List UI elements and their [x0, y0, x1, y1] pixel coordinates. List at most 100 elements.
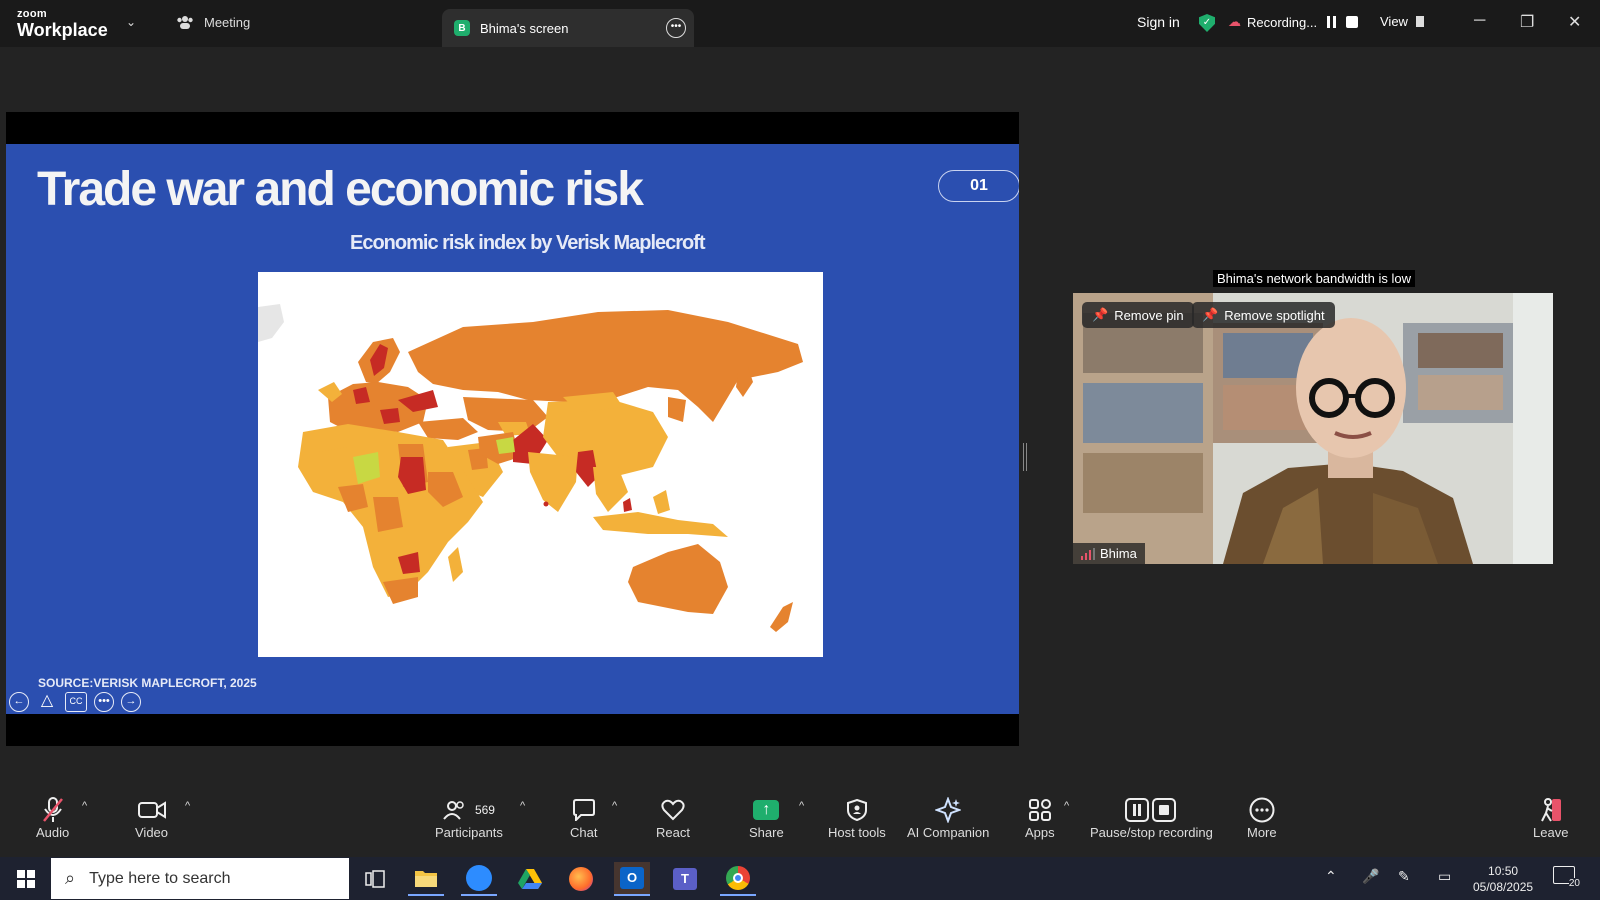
task-view-icon[interactable]	[357, 862, 393, 896]
chat-options-caret-icon[interactable]: ^	[612, 800, 617, 812]
pen-icon[interactable]: △	[36, 692, 58, 712]
arrow-left-icon[interactable]: ←	[9, 692, 29, 712]
world-risk-map	[258, 304, 803, 632]
meeting-toolbar: Audio ^ Video ^ 569 Participants ^ Chat …	[0, 795, 1600, 857]
microphone-icon[interactable]: 🎤	[1362, 868, 1379, 885]
clock-date: 05/08/2025	[1473, 880, 1534, 894]
avatar: B	[454, 20, 470, 36]
video-label: Video	[135, 825, 169, 840]
share-options-caret-icon[interactable]: ^	[799, 800, 804, 812]
close-icon[interactable]: ✕	[1568, 12, 1581, 32]
more-label: More	[1247, 825, 1277, 840]
clock-time: 10:50	[1488, 864, 1519, 878]
pause-stop-recording-label: Pause/stop recording	[1090, 825, 1213, 840]
audio-button[interactable]: Audio	[36, 795, 69, 840]
chevron-down-icon[interactable]: ⌄	[126, 15, 136, 29]
participant-name-tag: Bhima	[1073, 543, 1145, 564]
teams-icon[interactable]: T	[667, 862, 703, 896]
windows-taskbar: ⌕ Type here to search O T ⌃ 🎤 ✎ ▭ 10:50 …	[0, 857, 1600, 900]
recording-status[interactable]: ☁ Recording...	[1228, 14, 1359, 30]
taskbar-clock[interactable]: 10:50 05/08/2025	[1473, 863, 1533, 895]
resize-handle[interactable]	[1023, 443, 1027, 471]
more-icon	[1249, 795, 1275, 825]
firefox-icon[interactable]	[563, 862, 599, 896]
shared-screen-view[interactable]: Trade war and economic risk 01 Economic …	[6, 112, 1019, 746]
react-button[interactable]: React	[656, 795, 690, 840]
zoom-app-icon[interactable]	[461, 862, 497, 896]
participants-count: 569	[474, 803, 495, 817]
search-icon: ⌕	[65, 868, 76, 888]
minimize-icon[interactable]: ─	[1474, 12, 1485, 30]
tab-meeting[interactable]: Meeting	[176, 14, 250, 30]
leave-icon	[1539, 795, 1563, 825]
apps-options-caret-icon[interactable]: ^	[1064, 800, 1069, 812]
remove-spotlight-button[interactable]: 📌 Remove spotlight	[1192, 302, 1335, 328]
pause-stop-recording-icon	[1125, 795, 1177, 825]
share-button[interactable]: ↑ Share	[749, 795, 784, 840]
host-tools-button[interactable]: Host tools	[828, 795, 886, 840]
video-options-caret-icon[interactable]: ^	[185, 800, 190, 812]
apps-label: Apps	[1025, 825, 1055, 840]
ai-companion-button[interactable]: AI Companion	[907, 795, 989, 840]
title-bar: zoom Workplace ⌄ Meeting B Bhima's scree…	[0, 0, 1600, 47]
chat-button[interactable]: Chat	[570, 795, 597, 840]
video-camera-icon	[137, 795, 166, 825]
more-button[interactable]: More	[1247, 795, 1277, 840]
chevron-up-icon[interactable]: ⌃	[1325, 868, 1337, 885]
restore-icon[interactable]: ❐	[1520, 12, 1534, 32]
share-screen-icon: ↑	[753, 795, 780, 825]
sparkle-icon	[935, 795, 962, 825]
chrome-icon[interactable]	[720, 862, 756, 896]
spotlight-icon: 📌	[1202, 307, 1219, 322]
tab-shared-screen[interactable]: B Bhima's screen •••	[442, 9, 694, 47]
participants-icon	[443, 801, 464, 820]
view-button[interactable]: View	[1380, 14, 1424, 29]
sign-in-label: Sign in	[1137, 14, 1180, 30]
remove-pin-button[interactable]: 📌 Remove pin	[1082, 302, 1194, 328]
participants-options-caret-icon[interactable]: ^	[520, 800, 525, 812]
risk-map-image	[258, 272, 823, 657]
tab-meeting-label: Meeting	[204, 14, 251, 30]
notifications-count: 20	[1568, 878, 1580, 889]
display-icon[interactable]: ▭	[1438, 868, 1451, 885]
participants-button[interactable]: 569 Participants	[435, 795, 503, 840]
pause-stop-recording-button[interactable]: Pause/stop recording	[1090, 795, 1213, 840]
heart-icon	[661, 795, 685, 825]
slide-subtitle: Economic risk index by Verisk Maplecroft	[350, 232, 706, 254]
google-drive-icon[interactable]	[512, 862, 548, 896]
more-options-icon[interactable]: •••	[94, 692, 114, 712]
shield-icon	[846, 795, 867, 825]
taskbar-search-box[interactable]: ⌕ Type here to search	[51, 858, 349, 899]
video-button[interactable]: Video	[135, 795, 168, 840]
audio-options-caret-icon[interactable]: ^	[82, 800, 87, 812]
host-tools-label: Host tools	[828, 825, 886, 840]
zoom-workplace-logo: zoom Workplace	[17, 9, 108, 40]
pen-icon[interactable]: ✎	[1398, 868, 1410, 885]
arrow-right-icon[interactable]: →	[121, 692, 141, 712]
slideshow-controls: ← △ CC ••• →	[9, 692, 141, 712]
file-explorer-icon[interactable]	[408, 862, 444, 896]
encryption-shield-icon[interactable]: ✓	[1199, 14, 1215, 32]
logo-workplace-text: Workplace	[17, 20, 108, 40]
apps-button[interactable]: Apps	[1025, 795, 1055, 840]
ai-companion-label: AI Companion	[907, 825, 990, 840]
chat-label: Chat	[570, 825, 598, 840]
tab-screen-label: Bhima's screen	[480, 20, 569, 36]
sign-in-button[interactable]: Sign in	[1137, 14, 1180, 30]
leave-button[interactable]: Leave	[1533, 795, 1568, 840]
bandwidth-warning: Bhima's network bandwidth is low	[1213, 270, 1415, 287]
notifications-icon[interactable]: 20	[1553, 866, 1580, 889]
leave-label: Leave	[1533, 825, 1569, 840]
view-layout-icon	[1415, 16, 1424, 27]
stop-icon[interactable]	[1346, 16, 1359, 28]
more-options-icon[interactable]: •••	[666, 18, 686, 38]
slide-title: Trade war and economic risk	[37, 163, 644, 216]
captions-icon[interactable]: CC	[65, 692, 87, 712]
windows-start-icon[interactable]	[17, 870, 35, 888]
microphone-muted-icon	[41, 795, 65, 825]
outlook-icon[interactable]: O	[614, 862, 650, 896]
slide-number-badge: 01	[938, 170, 1019, 202]
participant-video-tile[interactable]: 📌 Remove pin 📌 Remove spotlight Bhima	[1073, 293, 1553, 564]
pause-icon[interactable]	[1327, 16, 1337, 28]
recording-label: Recording...	[1247, 14, 1318, 30]
